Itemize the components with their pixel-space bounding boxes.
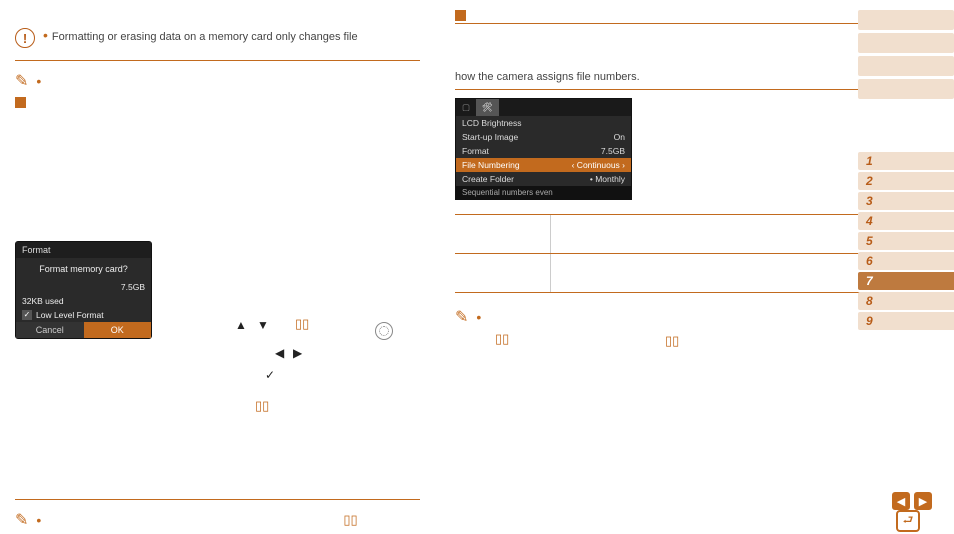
sidebar-tab-1[interactable]: 1 xyxy=(858,152,954,170)
book-icon: ▯▯ xyxy=(255,398,269,414)
bullet-icon: • xyxy=(36,513,41,527)
menu-row: Format7.5GB xyxy=(456,144,631,158)
dial-icon xyxy=(375,322,393,340)
sidebar-tab-3[interactable]: 3 xyxy=(858,192,954,210)
pencil-icon: ✎ xyxy=(15,510,28,530)
divider xyxy=(455,89,860,90)
sidebar-header xyxy=(858,79,954,99)
sidebar-header xyxy=(858,33,954,53)
menu-row: File Numbering‹ Continuous › xyxy=(456,158,631,172)
sidebar-tab-8[interactable]: 8 xyxy=(858,292,954,310)
sidebar-tab-4[interactable]: 4 xyxy=(858,212,954,230)
intro-text: how the camera assigns file numbers. xyxy=(455,70,860,85)
sidebar-tab-2[interactable]: 2 xyxy=(858,172,954,190)
sidebar: 1 2 3 4 5 6 7 8 9 xyxy=(858,10,954,332)
menu-footer: Sequential numbers even xyxy=(456,186,631,199)
sidebar-tab-6[interactable]: 6 xyxy=(858,252,954,270)
next-page-button[interactable]: ▶ xyxy=(914,492,932,510)
menu-row: Create Folder• Monthly xyxy=(456,172,631,186)
sidebar-tab-5[interactable]: 5 xyxy=(858,232,954,250)
right-arrow-icon: ▶ xyxy=(293,346,302,360)
dialog-size: 7.5GB xyxy=(121,282,145,292)
bullet-icon: • xyxy=(476,310,481,324)
pencil-icon: ✎ xyxy=(15,71,28,91)
book-icon: ▯▯ xyxy=(665,333,679,348)
divider xyxy=(15,499,420,500)
table-row xyxy=(455,215,860,254)
menu-row: LCD Brightness xyxy=(456,116,631,130)
menu-row: Start-up ImageOn xyxy=(456,130,631,144)
up-arrow-icon: ▲ xyxy=(235,318,247,332)
return-button[interactable]: ⮐ xyxy=(896,510,920,532)
info-icon: ! xyxy=(15,28,35,48)
sidebar-tab-9[interactable]: 9 xyxy=(858,312,954,330)
divider xyxy=(15,60,420,61)
book-icon: ▯▯ xyxy=(295,316,309,332)
format-dialog: Format Format memory card? 7.5GB 32KB us… xyxy=(15,241,152,339)
square-marker-icon xyxy=(455,10,466,21)
dialog-used: 32KB used xyxy=(22,296,64,306)
sidebar-header xyxy=(858,10,954,30)
camera-menu: ▢ 🛠 LCD BrightnessStart-up ImageOnFormat… xyxy=(455,98,632,200)
left-arrow-icon: ◀ xyxy=(275,346,284,360)
info-bullet-text: •Formatting or erasing data on a memory … xyxy=(43,28,358,45)
book-icon: ▯▯ xyxy=(343,512,357,528)
bullet-icon: • xyxy=(36,74,41,88)
camera-tab-icon: ▢ xyxy=(456,99,476,116)
bullet-icon: • xyxy=(43,27,48,43)
prev-page-button[interactable]: ◀ xyxy=(892,492,910,510)
check-icon: ✓ xyxy=(265,368,275,382)
pencil-icon: ✎ xyxy=(455,307,468,327)
square-marker-icon xyxy=(15,97,26,108)
down-arrow-icon: ▼ xyxy=(257,318,269,332)
check-icon: ✓ xyxy=(22,310,32,320)
tools-tab-icon: 🛠 xyxy=(476,99,499,116)
dialog-title: Format xyxy=(16,242,151,258)
dialog-question: Format memory card? xyxy=(16,258,151,280)
sidebar-header xyxy=(858,56,954,76)
book-icon: ▯▯ xyxy=(495,331,509,346)
ok-button: OK xyxy=(84,322,152,338)
low-level-checkbox: ✓ Low Level Format xyxy=(16,308,151,322)
cancel-button: Cancel xyxy=(16,322,84,338)
table-row xyxy=(455,254,860,293)
sidebar-tab-7[interactable]: 7 xyxy=(858,272,954,290)
